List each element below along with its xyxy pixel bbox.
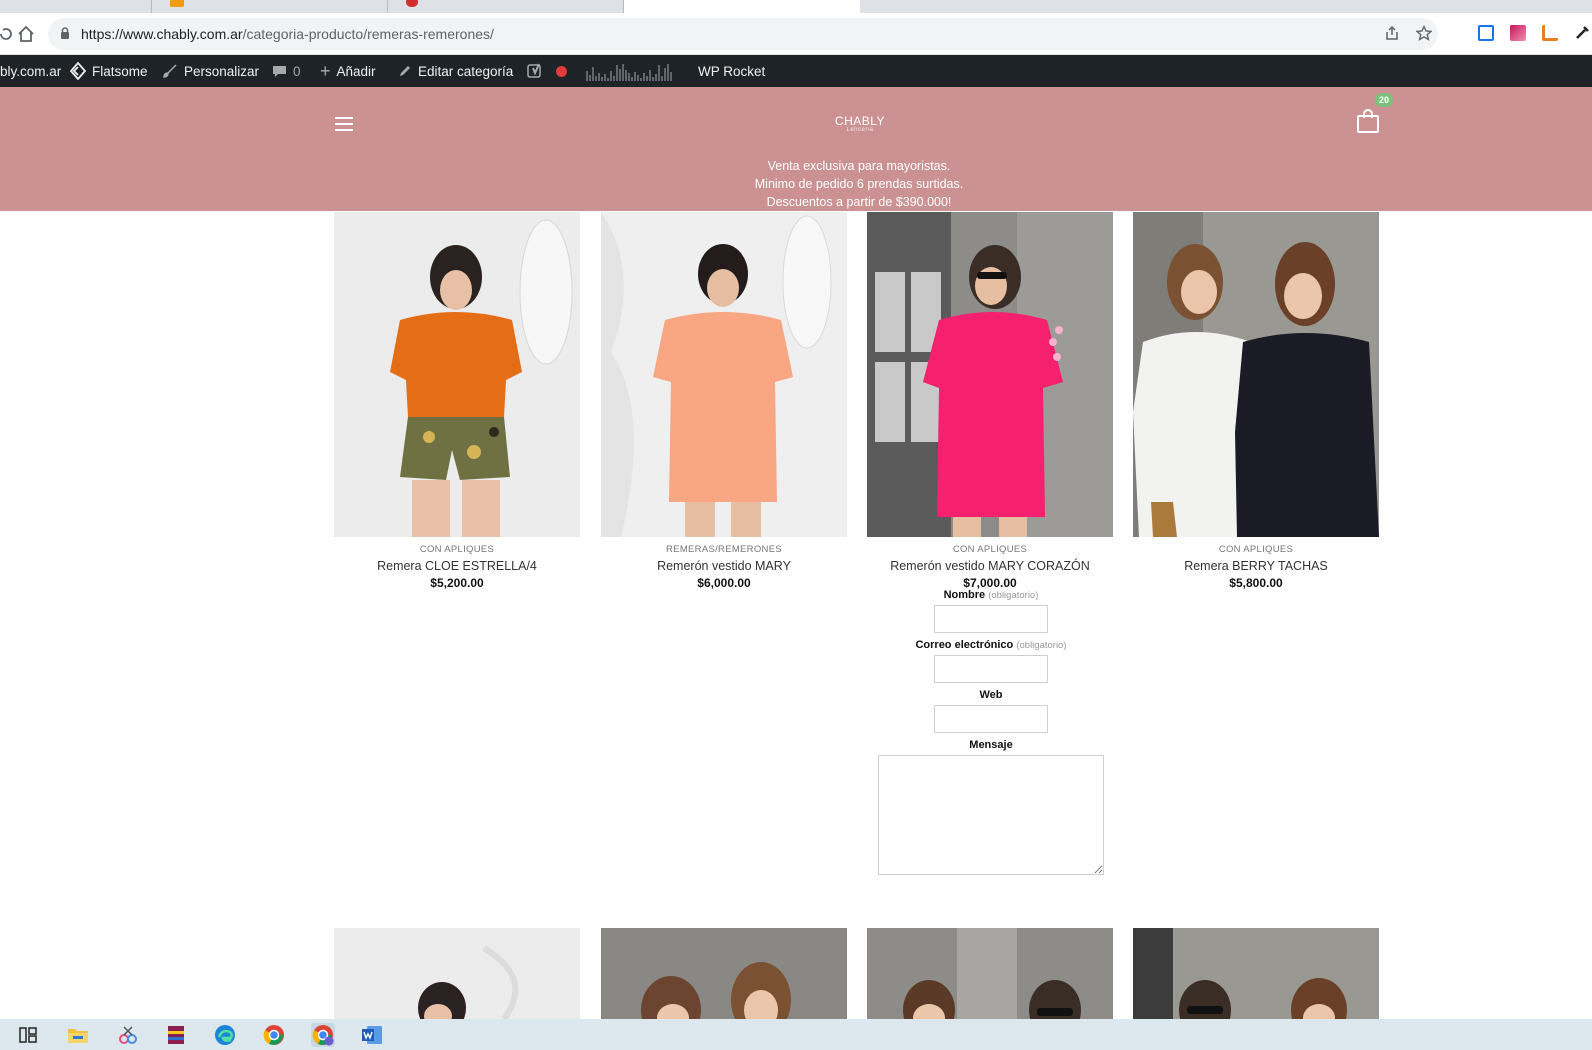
cart-count-badge: 20	[1375, 93, 1393, 107]
file-explorer-icon[interactable]	[66, 1023, 90, 1047]
eyedropper-icon[interactable]	[1574, 25, 1590, 41]
snipping-tool-icon[interactable]	[116, 1023, 140, 1047]
product-info: CON APLIQUES Remerón vestido MARY CORAZÓ…	[867, 544, 1113, 590]
email-input[interactable]	[934, 655, 1048, 683]
web-label: Web	[979, 689, 1003, 701]
edge-icon[interactable]	[213, 1023, 237, 1047]
tab-favicon-icon	[406, 0, 418, 7]
product-image[interactable]	[1133, 212, 1379, 537]
browser-toolbar: https://www.chably.com.ar/categoria-prod…	[0, 13, 1592, 55]
performance-graph-icon[interactable]	[585, 55, 681, 87]
product-card[interactable]	[601, 928, 847, 1019]
comment-icon	[273, 65, 286, 77]
browser-tab-active[interactable]	[624, 0, 860, 13]
wp-add-new-menu[interactable]: + Añadir	[320, 55, 376, 87]
inquiry-form: Nombre (obligatorio) Correo electrónico …	[868, 589, 1114, 875]
product-card[interactable]	[867, 928, 1113, 1019]
browser-tab[interactable]	[152, 0, 388, 13]
pencil-icon	[400, 66, 410, 76]
product-category[interactable]: CON APLIQUES	[867, 544, 1113, 555]
name-label: Nombre (obligatorio)	[943, 589, 1039, 601]
status-dot-icon[interactable]	[556, 55, 567, 87]
product-image[interactable]	[867, 928, 1113, 1019]
url-text: https://www.chably.com.ar/categoria-prod…	[81, 26, 494, 42]
address-bar[interactable]: https://www.chably.com.ar/categoria-prod…	[48, 18, 1438, 50]
name-input[interactable]	[934, 605, 1048, 633]
product-category[interactable]: CON APLIQUES	[334, 544, 580, 555]
wp-rocket-menu[interactable]: WP Rocket	[698, 55, 765, 87]
browser-tab[interactable]	[0, 0, 152, 13]
os-taskbar	[0, 1019, 1592, 1050]
plus-icon: +	[320, 60, 331, 81]
wp-admin-bar: bly.com.ar Flatsome Personalizar 0 + Aña…	[0, 55, 1592, 87]
promo-banner: Venta exclusiva para mayoristas. Minimo …	[754, 159, 964, 209]
word-icon[interactable]	[360, 1023, 384, 1047]
brush-icon	[163, 64, 177, 78]
product-category[interactable]: REMERAS/REMERONES	[601, 544, 847, 555]
chrome-profile-icon[interactable]	[311, 1023, 335, 1047]
cart-icon[interactable]: 20	[1357, 93, 1393, 133]
product-info: REMERAS/REMERONES Remerón vestido MARY $…	[601, 544, 847, 590]
menu-icon[interactable]	[335, 117, 353, 131]
flatsome-icon	[70, 62, 86, 80]
browser-tab[interactable]	[388, 0, 624, 13]
browser-tab[interactable]	[860, 0, 1592, 13]
product-card[interactable]	[334, 928, 580, 1019]
product-category[interactable]: CON APLIQUES	[1133, 544, 1379, 555]
message-label: Mensaje	[969, 739, 1013, 751]
wp-site-name[interactable]: bly.com.ar	[0, 55, 61, 87]
email-label: Correo electrónico (obligatorio)	[915, 639, 1067, 651]
product-price: $5,200.00	[430, 576, 484, 590]
site-header: CHABLY Lenceria 20 Venta exclusiva para …	[0, 87, 1592, 211]
wp-flatsome-menu[interactable]: Flatsome	[70, 55, 148, 87]
product-image[interactable]	[867, 212, 1113, 537]
product-title[interactable]: Remerón vestido MARY CORAZÓN	[867, 559, 1113, 573]
tab-favicon-icon	[170, 0, 184, 7]
product-price: $7,000.00	[963, 576, 1017, 590]
lock-icon	[61, 27, 69, 39]
extension-icon[interactable]	[1478, 25, 1494, 41]
product-title[interactable]: Remera BERRY TACHAS	[1133, 559, 1379, 573]
product-image[interactable]	[601, 928, 847, 1019]
extension-icon[interactable]	[1510, 25, 1526, 41]
extension-icon[interactable]	[1542, 25, 1558, 41]
product-price: $5,800.00	[1229, 576, 1283, 590]
bookmark-star-icon[interactable]	[1415, 24, 1433, 46]
message-textarea[interactable]	[878, 755, 1104, 875]
product-title[interactable]: Remerón vestido MARY	[601, 559, 847, 573]
product-title[interactable]: Remera CLOE ESTRELLA/4	[334, 559, 580, 573]
wp-comments-menu[interactable]: 0	[272, 55, 301, 87]
product-image[interactable]	[601, 212, 847, 537]
product-image[interactable]	[1133, 928, 1379, 1019]
product-info: CON APLIQUES Remera BERRY TACHAS $5,800.…	[1133, 544, 1379, 590]
product-image[interactable]	[334, 928, 580, 1019]
product-info: CON APLIQUES Remera CLOE ESTRELLA/4 $5,2…	[334, 544, 580, 590]
site-logo[interactable]: CHABLY Lenceria	[800, 114, 920, 133]
product-price: $6,000.00	[697, 576, 751, 590]
winrar-icon[interactable]	[164, 1023, 188, 1047]
yoast-icon[interactable]	[527, 55, 543, 87]
product-card[interactable]	[1133, 928, 1379, 1019]
task-view-icon[interactable]	[16, 1023, 40, 1047]
share-icon[interactable]	[1384, 25, 1400, 46]
home-icon[interactable]	[12, 20, 40, 48]
wp-customize-menu[interactable]: Personalizar	[162, 55, 259, 87]
web-input[interactable]	[934, 705, 1048, 733]
chrome-icon[interactable]	[262, 1023, 286, 1047]
product-image[interactable]	[334, 212, 580, 537]
browser-tab-strip	[0, 0, 1592, 13]
wp-edit-category[interactable]: Editar categoría	[398, 55, 513, 87]
